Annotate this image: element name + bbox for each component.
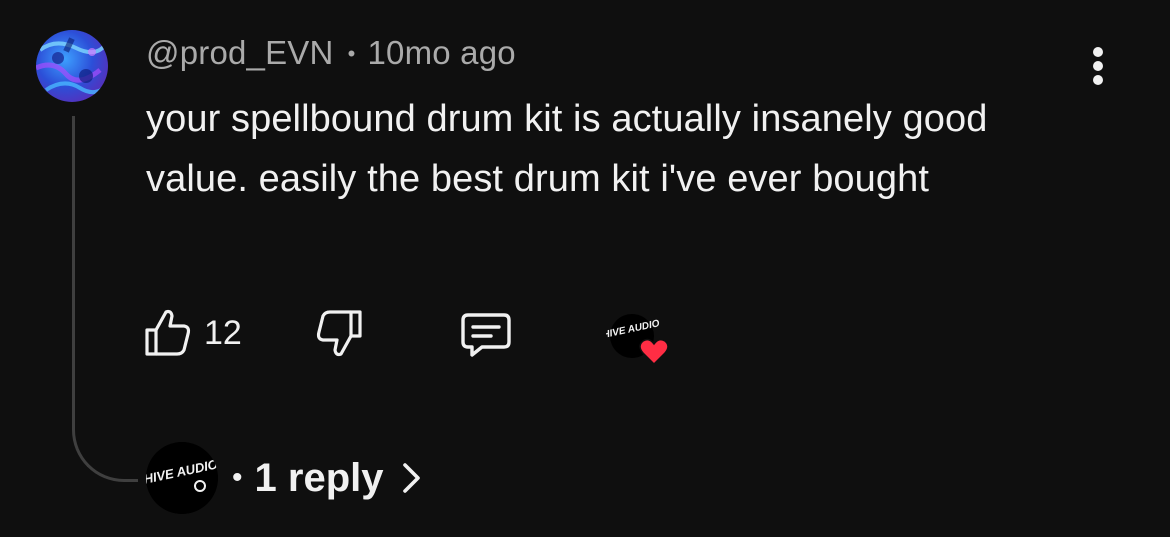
chevron-right-icon [403, 463, 421, 493]
meta-separator: • [347, 41, 356, 66]
comment-icon [461, 313, 511, 357]
comment-age: 10mo ago [367, 34, 516, 71]
avatar-image [36, 30, 108, 102]
heart-icon [639, 338, 669, 366]
dislike-button[interactable] [314, 308, 364, 360]
comment-menu-button[interactable] [1080, 44, 1116, 88]
like-button[interactable] [144, 308, 192, 358]
reply-button[interactable] [460, 312, 512, 358]
creator-heart-logo: HIVE AUDIO [602, 314, 669, 366]
hive-audio-logo: HIVE AUDIO [146, 442, 218, 514]
creator-heart-badge: HIVE AUDIO [602, 312, 670, 366]
comment-card: @prod_EVN • 10mo ago your spellbound drum … [0, 0, 1170, 537]
thumbs-down-icon [316, 310, 362, 357]
comment-body: your spellbound drum kit is actually ins… [146, 98, 988, 200]
reply-separator: • [232, 461, 243, 494]
reply-author-avatar: HIVE AUDIO [146, 442, 218, 514]
comment-username[interactable]: @prod_EVN [146, 34, 334, 71]
like-count: 12 [204, 314, 242, 352]
comment-meta: @prod_EVN • 10mo ago [146, 34, 516, 72]
reply-count-label[interactable]: 1 reply [255, 456, 384, 501]
commenter-avatar[interactable] [36, 30, 108, 102]
view-replies-button[interactable]: HIVE AUDIO • 1 reply [146, 440, 423, 516]
thumbs-up-icon [145, 309, 191, 356]
more-vert-icon [1093, 47, 1103, 85]
thread-connector [72, 116, 138, 482]
